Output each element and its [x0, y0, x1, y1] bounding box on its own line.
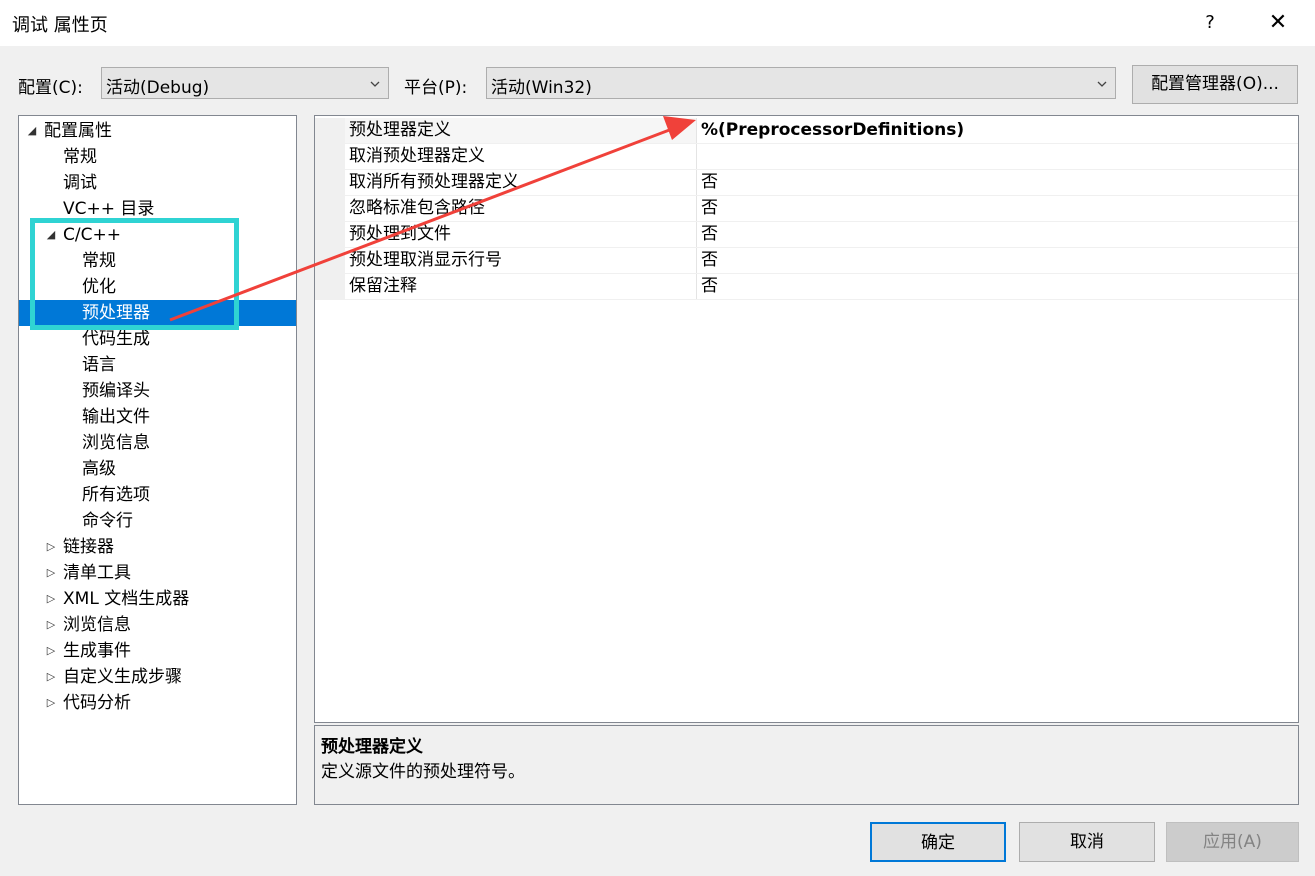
annotation-arrowhead: [663, 116, 696, 140]
annotation-arrow-layer: [169, 116, 696, 322]
annotation-arrow: [169, 127, 673, 322]
